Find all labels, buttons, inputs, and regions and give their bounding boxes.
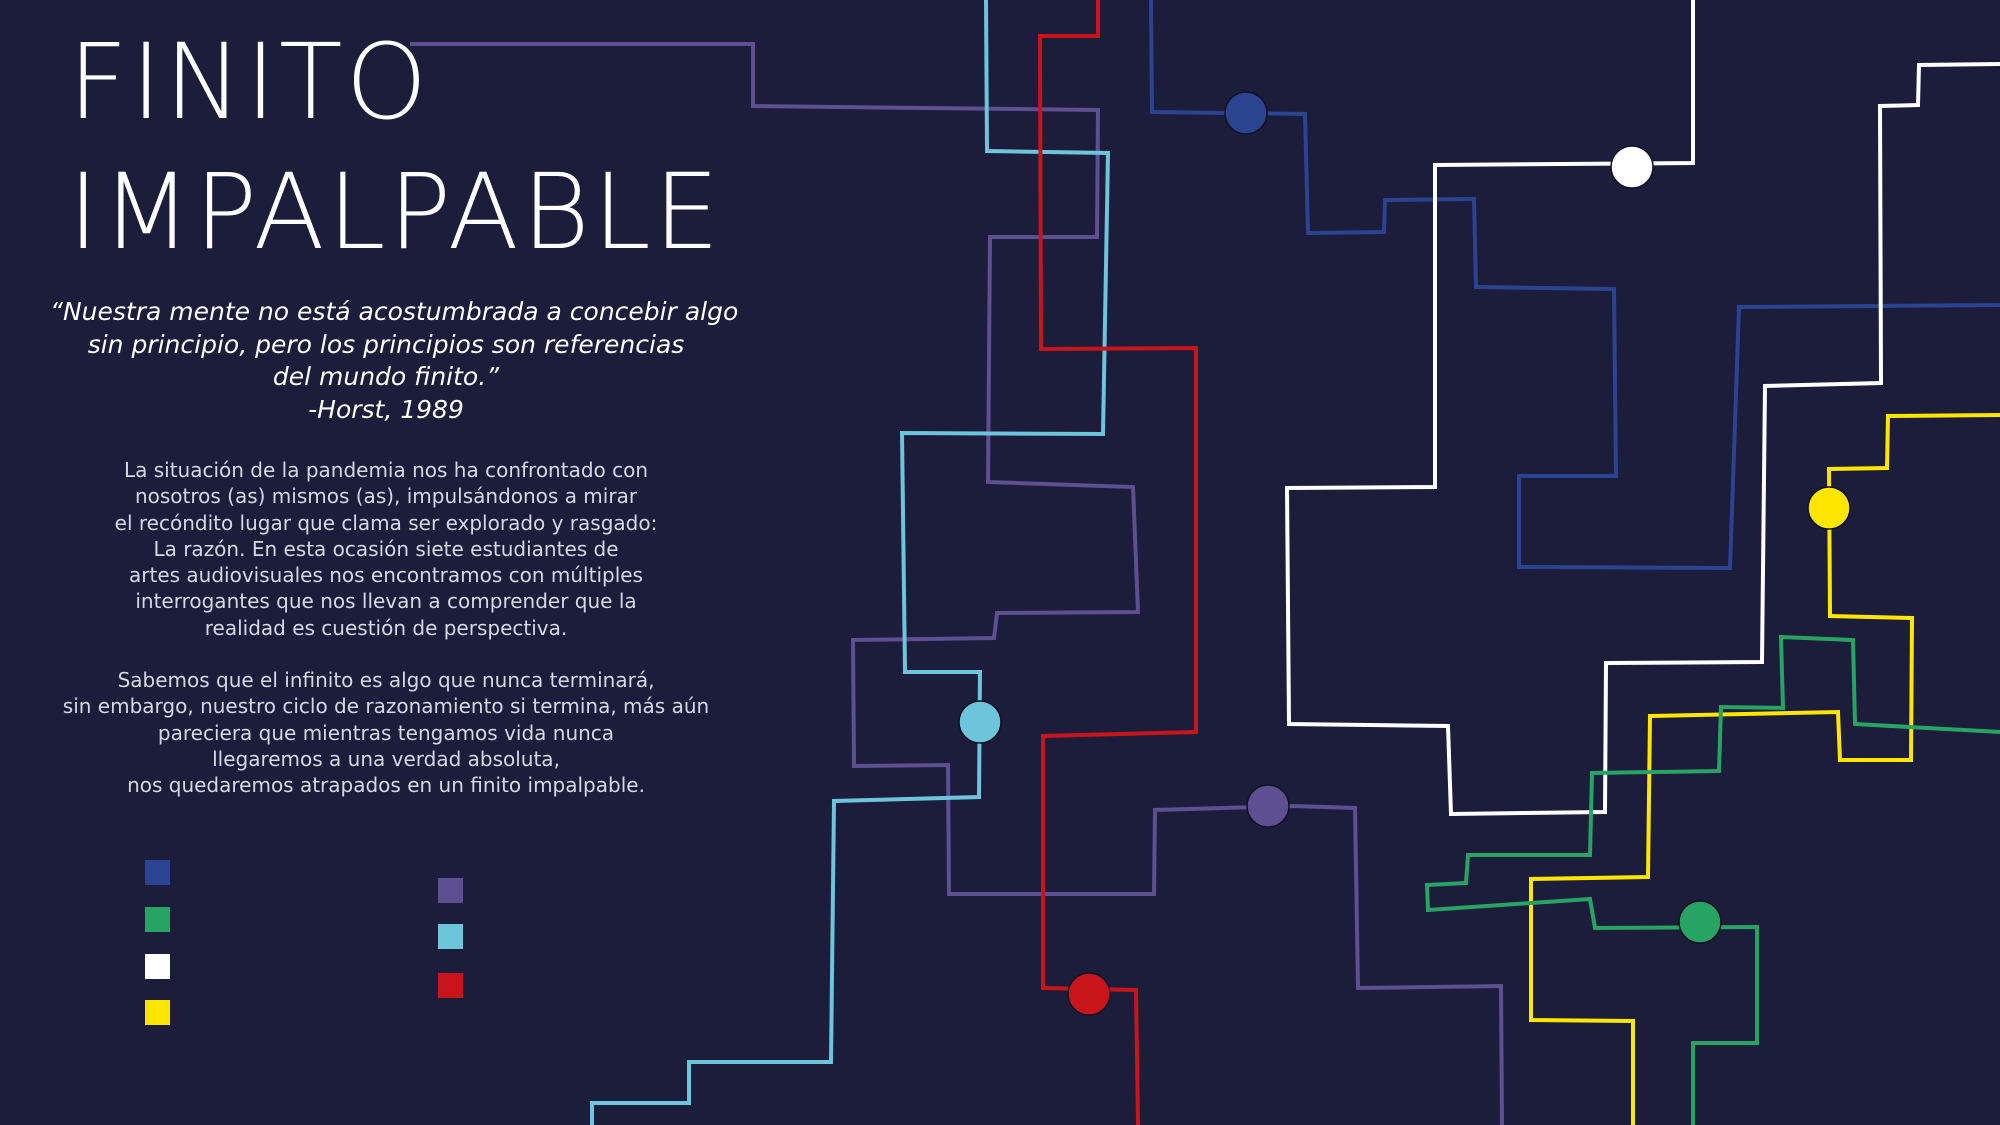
swatch-white: [145, 954, 170, 979]
white-node: [1610, 145, 1654, 189]
paragraph-line: llegaremos a una verdad absoluta,: [212, 746, 560, 771]
cyan-node: [958, 700, 1002, 744]
blue-line-top: [1149, 0, 2000, 571]
paragraph-line: Sabemos que el infinito es algo que nunc…: [117, 668, 655, 692]
red-line: [1037, 0, 1198, 1125]
purple-node: [1246, 784, 1290, 828]
yellow-node: [1807, 486, 1851, 530]
paragraph-line: La razón. En esta ocasión siete estudian…: [153, 536, 619, 561]
swatch-blue: [145, 860, 170, 885]
green-line: [1424, 634, 2000, 1125]
title-line-1: FINITO: [68, 21, 431, 143]
paragraph-2: Sabemos que el infinito es algo que nunc…: [50, 667, 722, 798]
white-line: [1284, 0, 2000, 817]
swatch-red: [438, 973, 463, 998]
quote-line: “Nuestra mente no está acostumbrada a co…: [50, 297, 739, 326]
swatch-cyan: [438, 924, 463, 949]
paragraph-line: nosotros (as) mismos (as), impulsándonos…: [134, 484, 638, 509]
quote-attribution: -Horst, 1989: [308, 394, 464, 424]
quote: “Nuestra mente no está acostumbrada a co…: [50, 296, 739, 426]
red-node: [1067, 972, 1111, 1016]
paragraph-line: nos quedaremos atrapados en un finito im…: [127, 773, 645, 798]
paragraph-line: artes audiovisuales nos encontramos con …: [129, 563, 643, 588]
paragraph-line: el recóndito lugar que clama ser explora…: [114, 510, 658, 535]
green-node: [1678, 900, 1722, 944]
title-line-2: IMPALPABLE: [68, 151, 723, 273]
paragraph-line: pareciera que mientras tengamos vida nun…: [157, 720, 615, 745]
swatch-yellow: [145, 1000, 170, 1025]
paragraph-line: La situación de la pandemia nos ha confr…: [123, 458, 649, 482]
blue-node: [1224, 91, 1268, 135]
swatch-green: [145, 907, 170, 932]
paragraph-line: realidad es cuestión de perspectiva.: [204, 615, 568, 640]
quote-line: del mundo finito.”: [272, 362, 500, 391]
quote-line: sin principio, pero los principios son r…: [87, 329, 685, 359]
paragraph-line: sin embargo, nuestro ciclo de razonamien…: [62, 694, 710, 719]
swatch-purple: [438, 878, 463, 903]
paragraph-1: La situación de la pandemia nos ha confr…: [50, 457, 722, 641]
paragraph-line: interrogantes que nos llevan a comprende…: [135, 589, 637, 614]
